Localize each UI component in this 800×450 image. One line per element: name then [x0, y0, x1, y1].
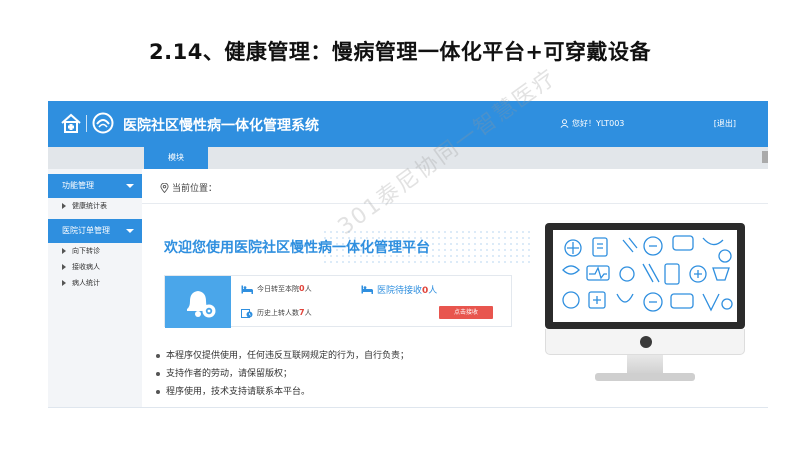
sidebar-item-referral-down[interactable]: 向下转诊: [48, 243, 142, 259]
stats-card: 今日转至本院0人 医院待接收0人 历史上转人数7人 点击接收: [164, 275, 512, 328]
sidebar: 功能管理 健康统计表 医院订单管理 向下转诊 接收病人 病人统计: [48, 169, 142, 407]
caret-down-icon: [126, 184, 134, 188]
monitor-frame: [545, 223, 745, 329]
breadcrumb-label: 当前位置：: [172, 184, 218, 194]
list-item: 程序使用，技术支持请联系本平台。: [156, 383, 409, 401]
stat-today-transfer: 今日转至本院0人: [241, 284, 312, 294]
notes-list: 本程序仅提供使用，任何违反互联网规定的行为，自行负责； 支持作者的劳动，请保留版…: [156, 347, 409, 401]
list-item: 支持作者的劳动，请保留版权；: [156, 365, 409, 383]
note-text: 支持作者的劳动，请保留版权；: [166, 369, 293, 379]
card-icon-panel: [165, 276, 231, 328]
greeting-text: 您好！YLT003: [572, 119, 625, 128]
app-header: 医院社区慢性病一体化管理系统 您好！YLT003 [退出]: [48, 101, 768, 147]
monitor-neck: [627, 355, 663, 375]
bed-icon: [361, 285, 373, 294]
sidebar-item-receive-patient[interactable]: 接收病人: [48, 259, 142, 275]
stat-label: 历史上转人数: [257, 309, 299, 317]
app-window: 医院社区慢性病一体化管理系统 您好！YLT003 [退出] 模块 功能管理 健康…: [48, 101, 768, 408]
sidebar-item-health-stats[interactable]: 健康统计表: [48, 198, 142, 214]
sidebar-item-label: 接收病人: [72, 263, 100, 271]
breadcrumb: 当前位置：: [160, 181, 217, 194]
stat-history-transfer: 历史上转人数7人: [241, 308, 312, 318]
stat-unit: 人: [304, 309, 312, 317]
stat-label: 今日转至本院: [257, 285, 299, 293]
monitor-base: [595, 373, 695, 381]
bullet: [156, 372, 160, 376]
hospital-logo-icon: [92, 112, 114, 134]
tab-bar: 模块: [48, 147, 768, 169]
stat-label: 医院待接收: [377, 286, 423, 296]
user-greeting[interactable]: 您好！YLT003: [560, 118, 624, 129]
sidebar-item-label: 健康统计表: [72, 202, 107, 210]
welcome-heading: 欢迎您使用医院社区慢性病一体化管理平台: [164, 240, 430, 256]
clock-document-icon: [241, 308, 253, 318]
note-text: 本程序仅提供使用，任何违反互联网规定的行为，自行负责；: [166, 351, 410, 361]
bullet: [156, 390, 160, 394]
monitor-chin: [545, 329, 745, 355]
tab-scroll-handle[interactable]: [762, 151, 768, 163]
stat-unit: 人: [304, 285, 312, 293]
triangle-right-icon: [62, 264, 66, 270]
sidebar-item-label: 向下转诊: [72, 247, 100, 255]
logout-link[interactable]: [退出]: [714, 118, 736, 129]
triangle-right-icon: [62, 248, 66, 254]
bullet: [156, 354, 160, 358]
stat-unit: 人: [428, 286, 438, 296]
monitor-illustration: [545, 223, 745, 389]
sidebar-group-function[interactable]: 功能管理: [48, 174, 142, 198]
sidebar-group-label: 医院订单管理: [62, 226, 110, 235]
triangle-right-icon: [62, 203, 66, 209]
monitor-power-button: [640, 336, 652, 348]
user-icon: [560, 119, 569, 128]
sidebar-group-label: 功能管理: [62, 181, 94, 190]
bed-icon: [241, 285, 253, 294]
tab-module[interactable]: 模块: [144, 147, 208, 169]
medical-icons-illustration: [562, 235, 733, 312]
slide: 2.14、健康管理：慢病管理一体化平台+可穿戴设备 医院社区慢性病一体化管理系统: [0, 0, 800, 450]
slide-title: 2.14、健康管理：慢病管理一体化平台+可穿戴设备: [149, 40, 651, 64]
sidebar-item-patient-stats[interactable]: 病人统计: [48, 275, 142, 291]
house-logo-icon: [61, 113, 81, 133]
list-item: 本程序仅提供使用，任何违反互联网规定的行为，自行负责；: [156, 347, 409, 365]
triangle-right-icon: [62, 280, 66, 286]
monitor-screen: [553, 230, 737, 322]
note-text: 程序使用，技术支持请联系本平台。: [166, 387, 311, 397]
bell-gear-icon: [187, 291, 216, 318]
caret-down-icon: [126, 229, 134, 233]
accept-button[interactable]: 点击接收: [439, 306, 493, 319]
sidebar-group-orders[interactable]: 医院订单管理: [48, 219, 142, 243]
divider: [142, 203, 768, 204]
sidebar-item-label: 病人统计: [72, 279, 100, 287]
stat-waiting-receive: 医院待接收0人: [361, 283, 437, 296]
location-pin-icon: [160, 182, 169, 193]
app-title: 医院社区慢性病一体化管理系统: [123, 118, 319, 134]
logo-separator: [86, 115, 87, 132]
main-content: 当前位置： 欢迎您使用医院社区慢性病一体化管理平台 今日转至本院0人 医院待接收…: [142, 169, 768, 407]
